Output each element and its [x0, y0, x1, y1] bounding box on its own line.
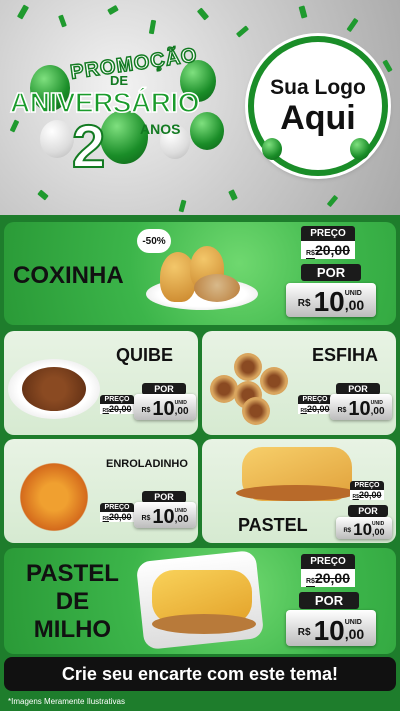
- logo-line2: Aqui: [280, 99, 356, 137]
- product-panel-quibe: QUIBE POR PREÇO R$20,00 R$ 10 UNID ,00: [4, 331, 198, 435]
- product-name: QUIBE: [116, 345, 174, 365]
- old-price-tag: PREÇO R$20,00: [350, 481, 384, 500]
- confetti: [326, 194, 339, 208]
- logo-line1: Sua Logo: [270, 76, 366, 99]
- cta-banner: Crie seu encarte com este tema!: [4, 657, 396, 691]
- old-price: R$20,00: [100, 404, 134, 414]
- esfiha-image: [260, 367, 288, 395]
- confetti: [228, 189, 238, 201]
- price-box: R$ 10 UNID ,00: [286, 283, 376, 317]
- price-label: PREÇO: [350, 481, 384, 490]
- confetti: [235, 25, 250, 38]
- balloon: [262, 138, 282, 160]
- old-price: R$20,00: [301, 569, 355, 587]
- confetti: [37, 189, 49, 201]
- product-panel-pastel: PASTEL PREÇO R$20,00 POR R$ 10 UNID ,00: [202, 439, 396, 543]
- old-price-tag: PREÇO R$20,00: [298, 395, 332, 414]
- price-label: PREÇO: [301, 554, 355, 569]
- promo-number: 2: [71, 113, 106, 180]
- esfiha-image: [234, 353, 262, 381]
- product-panel-esfiha: ESFIHA POR PREÇO R$20,00 R$ 10 UNID ,00: [202, 331, 396, 435]
- confetti: [178, 199, 187, 213]
- old-price: R$20,00: [298, 404, 332, 414]
- flyer: PROMOÇÃO DE ANIVERSÁRIO 2 ANOS Sua Logo …: [0, 0, 400, 711]
- confetti: [148, 19, 157, 35]
- old-price: R$20,00: [100, 512, 134, 522]
- basket: [152, 614, 256, 634]
- old-price: R$20,00: [301, 241, 355, 259]
- quibe-image: [22, 367, 86, 411]
- old-price: R$20,00: [350, 490, 384, 500]
- promo-title: PROMOÇÃO DE ANIVERSÁRIO 2 ANOS: [9, 43, 235, 185]
- old-price-tag: PREÇO R$20,00: [100, 395, 134, 414]
- disclaimer: *Imagens Meramente Ilustrativas: [8, 697, 125, 706]
- price-box: R$ 10 UNID ,00: [330, 394, 392, 420]
- product-panel-pastel-de-milho: PASTEL DE MILHO PREÇO R$20,00 POR R$ 10 …: [4, 548, 396, 654]
- coxinha-image: [194, 274, 240, 302]
- header: PROMOÇÃO DE ANIVERSÁRIO 2 ANOS Sua Logo …: [0, 0, 400, 215]
- product-panel-enroladinho: ENROLADINHO POR PREÇO R$20,00 R$ 10 UNID…: [4, 439, 198, 543]
- product-name: COXINHA: [13, 262, 124, 289]
- price-label: PREÇO: [298, 395, 332, 404]
- price-tag: PREÇO R$20,00: [301, 226, 355, 259]
- enroladinho-image: [12, 461, 96, 533]
- old-price-tag: PREÇO R$20,00: [100, 503, 134, 522]
- product-name: PASTEL: [238, 515, 308, 535]
- confetti: [298, 5, 308, 19]
- product-panel-coxinha: COXINHA PREÇO R$20,00 POR R$ 10 UNID ,00: [4, 222, 396, 325]
- confetti: [16, 4, 30, 20]
- product-name: ENROLADINHO: [106, 458, 188, 470]
- discount-badge: -50%: [137, 229, 171, 253]
- price-tag: PREÇO R$20,00: [301, 554, 355, 587]
- por-label: POR: [348, 505, 388, 517]
- confetti: [346, 17, 359, 33]
- por-label: POR: [301, 264, 361, 281]
- price-box: R$ 10 UNID ,00: [336, 517, 392, 539]
- promo-top-text: PROMOÇÃO: [68, 43, 199, 84]
- esfiha-image: [242, 397, 270, 425]
- confetti: [196, 7, 210, 21]
- price-box: R$ 10 UNID ,00: [286, 610, 376, 646]
- balloon: [350, 138, 370, 160]
- product-name: ESFIHA: [312, 345, 379, 365]
- price-label: PREÇO: [100, 503, 134, 512]
- price-box: R$ 10 UNID ,00: [134, 502, 196, 528]
- price-box: R$ 10 UNID ,00: [134, 394, 196, 420]
- confetti: [58, 14, 67, 28]
- product-name: PASTEL DE MILHO: [26, 560, 119, 643]
- promo-years-text: ANOS: [140, 121, 181, 137]
- promo-de-text: DE: [110, 73, 129, 88]
- confetti: [382, 59, 393, 73]
- price-label: PREÇO: [301, 226, 355, 241]
- price-label: PREÇO: [100, 395, 134, 404]
- basket: [236, 485, 356, 501]
- por-label: POR: [299, 592, 359, 609]
- confetti: [107, 4, 119, 16]
